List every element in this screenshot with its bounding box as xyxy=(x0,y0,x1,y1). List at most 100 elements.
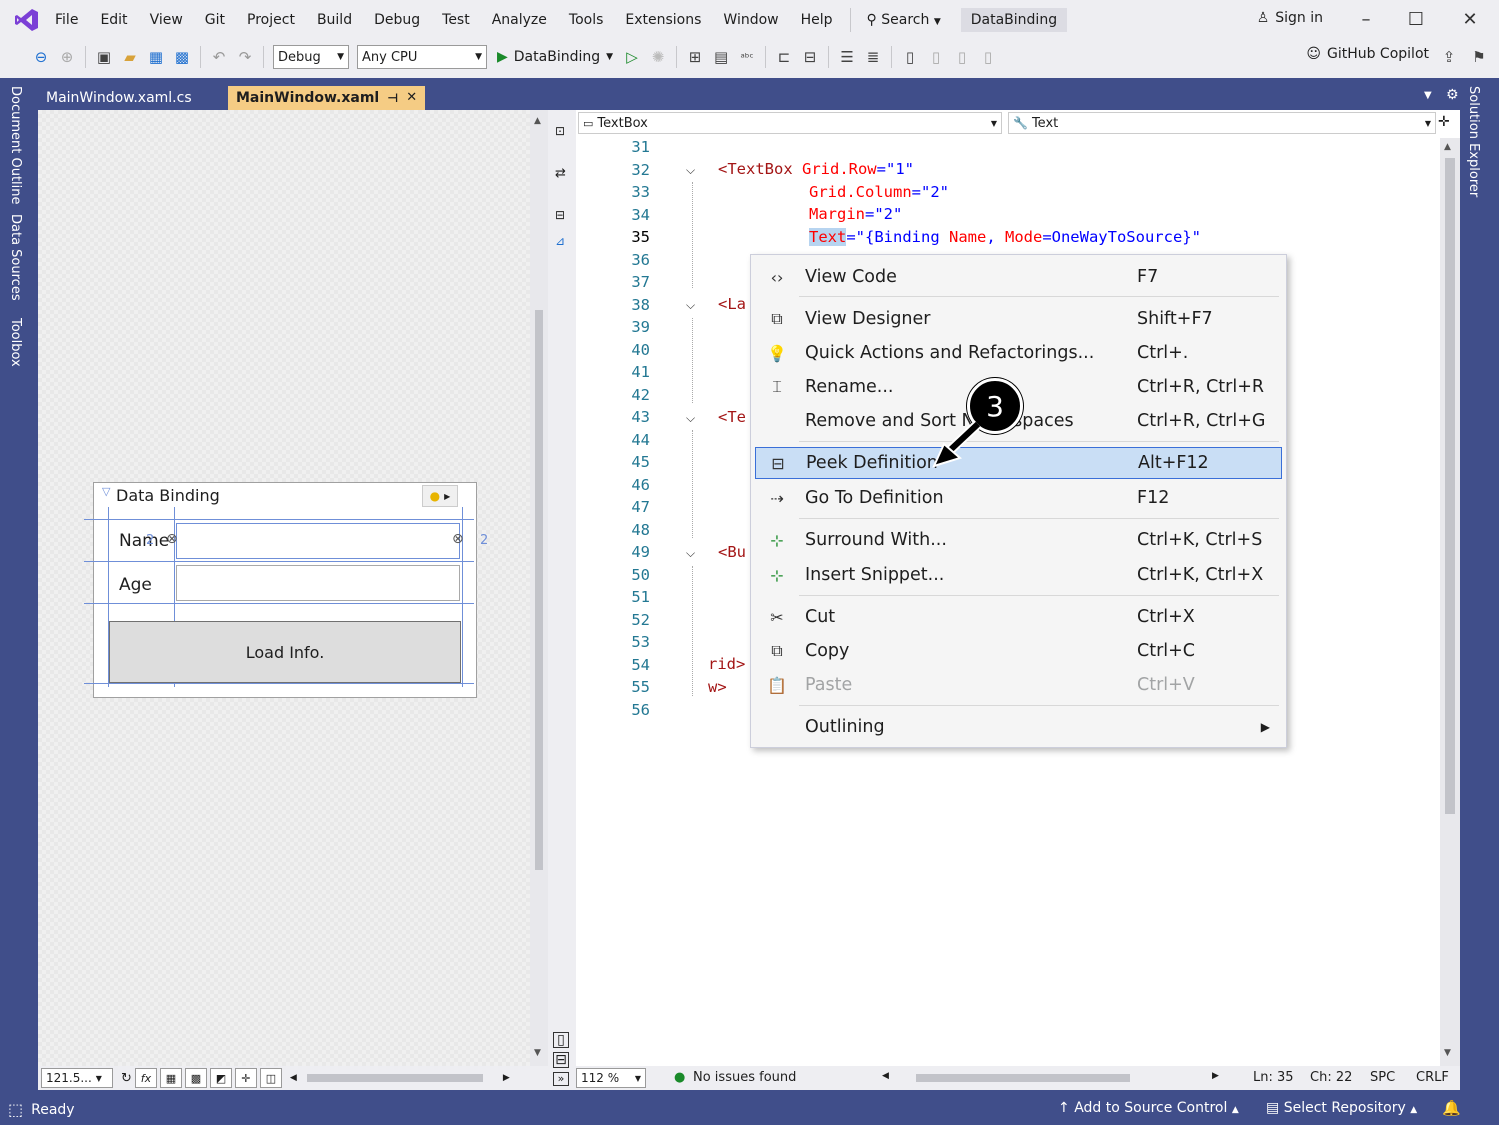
menu-project[interactable]: Project xyxy=(236,5,306,35)
expand-pane-icon[interactable]: » xyxy=(553,1072,569,1086)
tab-solution-explorer[interactable]: Solution Explorer xyxy=(1466,86,1481,197)
label-name[interactable]: Name xyxy=(119,531,169,551)
scroll-left-icon[interactable]: ◀ xyxy=(290,1073,297,1083)
configuration-dropdown[interactable]: Debug ▼ xyxy=(273,45,349,69)
fold-chevron-icon[interactable]: ⌵ xyxy=(686,546,695,561)
menu-item-view-designer[interactable]: ⧉ View Designer Shift+F7 xyxy=(755,303,1282,335)
fold-chevron-icon[interactable]: ⌵ xyxy=(686,163,695,178)
scroll-right-icon[interactable]: ▶ xyxy=(503,1073,510,1083)
output-icon[interactable]: ⬚ xyxy=(8,1100,23,1119)
save-icon[interactable]: ▦ xyxy=(145,46,167,68)
swap-panes-icon[interactable]: ⊡ xyxy=(555,124,565,138)
menu-item-copy[interactable]: ⧉ Copy Ctrl+C xyxy=(755,635,1282,667)
menu-analyze[interactable]: Analyze xyxy=(481,5,558,35)
github-copilot-button[interactable]: ☺ GitHub Copilot xyxy=(1306,46,1429,62)
prev-bookmark-icon[interactable]: ▯ xyxy=(925,46,947,68)
tab-toolbox[interactable]: Toolbox xyxy=(8,318,23,388)
hot-reload-icon[interactable]: ✺ xyxy=(647,46,669,68)
load-info-button[interactable]: Load Info. xyxy=(109,621,461,683)
effects-icon[interactable]: fx xyxy=(134,1068,157,1088)
sign-in-button[interactable]: ♙ Sign in xyxy=(1257,10,1323,26)
comment-icon[interactable]: ☰ xyxy=(836,46,858,68)
share-icon[interactable]: ⇪ xyxy=(1438,46,1460,68)
maximize-button[interactable]: ☐ xyxy=(1404,8,1428,32)
menu-edit[interactable]: Edit xyxy=(89,5,138,35)
menu-help[interactable]: Help xyxy=(790,5,844,35)
save-all-icon[interactable]: ▩ xyxy=(171,46,193,68)
minimize-button[interactable]: – xyxy=(1354,8,1378,32)
menu-item-surround-with[interactable]: ⊹ Surround With... Ctrl+K, Ctrl+S xyxy=(755,524,1282,556)
scroll-down-icon[interactable]: ▼ xyxy=(534,1048,541,1058)
fold-chevron-icon[interactable]: ⌵ xyxy=(686,298,695,313)
collapse-pane-icon[interactable]: ⊿ xyxy=(555,234,565,248)
redo-icon[interactable]: ↷ xyxy=(234,46,256,68)
scroll-up-icon[interactable]: ▲ xyxy=(1444,142,1451,152)
menu-item-go-to-definition[interactable]: ⇢ Go To Definition F12 xyxy=(755,482,1282,514)
menu-item-peek-definition[interactable]: ⊟ Peek Definition Alt+F12 xyxy=(755,447,1282,479)
horizontal-scrollbar-thumb[interactable] xyxy=(306,1074,483,1082)
vertical-split-icon[interactable]: ⇄ xyxy=(555,166,566,181)
notifications-bell-icon[interactable]: 🔔 xyxy=(1442,1099,1461,1117)
uncomment-icon[interactable]: ≣ xyxy=(862,46,884,68)
bookmark-icon[interactable]: ▯ xyxy=(899,46,921,68)
artboard-background-icon[interactable]: ◩ xyxy=(209,1068,232,1088)
menu-debug[interactable]: Debug xyxy=(363,5,431,35)
scroll-up-icon[interactable]: ▲ xyxy=(534,116,541,126)
next-bookmark-icon[interactable]: ▯ xyxy=(951,46,973,68)
menu-item-paste[interactable]: 📋 Paste Ctrl+V xyxy=(755,669,1282,701)
back-icon[interactable]: ⊖ xyxy=(30,46,52,68)
spell-check-icon[interactable]: ᵃᵇᶜ xyxy=(736,46,758,68)
menu-extensions[interactable]: Extensions xyxy=(614,5,712,35)
menu-test[interactable]: Test xyxy=(431,5,481,35)
line-ending-indicator[interactable]: CRLF xyxy=(1416,1070,1449,1085)
editor-zoom-dropdown[interactable]: 112 % ▼ xyxy=(576,1068,646,1088)
tab-mainwindow-xaml[interactable]: MainWindow.xaml ⊣ ✕ xyxy=(228,86,426,110)
grid-toggle-icon[interactable]: ▦ xyxy=(159,1068,182,1088)
menu-item-cut[interactable]: ✂ Cut Ctrl+X xyxy=(755,601,1282,633)
split-horizontal-view-icon[interactable]: ⊟ xyxy=(553,1052,569,1068)
editor-vertical-scrollbar[interactable]: ▲ ▼ xyxy=(1440,138,1460,1066)
close-tab-icon[interactable]: ✕ xyxy=(406,86,417,110)
tab-data-sources[interactable]: Data Sources xyxy=(8,214,23,310)
tab-document-outline[interactable]: Document Outline xyxy=(8,86,23,206)
layout-icon[interactable]: ▤ xyxy=(710,46,732,68)
menu-item-outlining[interactable]: Outlining ▶ xyxy=(755,711,1282,743)
menu-item-insert-snippet[interactable]: ⊹ Insert Snippet... Ctrl+K, Ctrl+X xyxy=(755,559,1282,591)
textbox-age[interactable] xyxy=(176,565,460,601)
open-folder-icon[interactable]: ▰ xyxy=(119,46,141,68)
menu-item-quick-actions[interactable]: 💡 Quick Actions and Refactorings... Ctrl+. xyxy=(755,337,1282,369)
project-code-icon[interactable]: ◫ xyxy=(259,1068,282,1088)
refresh-icon[interactable]: ↻ xyxy=(121,1071,132,1086)
scroll-right-icon[interactable]: ▶ xyxy=(1212,1071,1219,1081)
browse-icon[interactable]: ⊞ xyxy=(684,46,706,68)
start-without-debugging-icon[interactable]: ▷ xyxy=(621,46,643,68)
element-navigation-dropdown[interactable]: ▭ TextBox ▼ xyxy=(578,112,1002,134)
horizontal-scrollbar-thumb[interactable] xyxy=(916,1074,1130,1082)
quick-actions-lightbulb[interactable]: ● ▶ xyxy=(422,485,458,507)
step-icon[interactable]: ⊏ xyxy=(773,46,795,68)
split-vertical-view-icon[interactable]: ▯ xyxy=(553,1032,569,1048)
snap-gridlines-icon[interactable]: ▩ xyxy=(184,1068,207,1088)
horizontal-split-icon[interactable]: ⊟ xyxy=(555,208,565,222)
add-to-source-control-button[interactable]: ↑ Add to Source Control ▲ xyxy=(1058,1100,1239,1116)
line-indicator[interactable]: Ln: 35 xyxy=(1253,1070,1294,1085)
scroll-left-icon[interactable]: ◀ xyxy=(882,1071,889,1081)
tab-mainwindow-xaml-cs[interactable]: MainWindow.xaml.cs xyxy=(38,86,228,110)
forward-icon[interactable]: ⊕ xyxy=(56,46,78,68)
column-indicator[interactable]: Ch: 22 xyxy=(1310,1070,1352,1085)
xaml-designer-surface[interactable]: ▲ ▼ ▽ Data Binding ● ▶ Name 2 2 ⊗ ⊗ Age L… xyxy=(38,110,548,1066)
menu-build[interactable]: Build xyxy=(306,5,363,35)
fold-chevron-icon[interactable]: ⌵ xyxy=(686,411,695,426)
close-window-button[interactable]: ✕ xyxy=(1458,8,1482,32)
split-editor-icon[interactable]: ✛ xyxy=(1438,114,1450,130)
scrollbar-thumb[interactable] xyxy=(1445,158,1455,814)
designer-vertical-scrollbar[interactable]: ▲ ▼ xyxy=(530,110,548,1066)
select-repository-button[interactable]: ▤ Select Repository ▲ xyxy=(1266,1100,1417,1116)
clear-bookmarks-icon[interactable]: ▯ xyxy=(977,46,999,68)
menu-item-view-code[interactable]: ‹› View Code F7 xyxy=(755,261,1282,293)
menu-window[interactable]: Window xyxy=(712,5,789,35)
scrollbar-thumb[interactable] xyxy=(535,310,543,870)
search-button[interactable]: ⚲ Search ▼ xyxy=(857,12,951,28)
menu-view[interactable]: View xyxy=(139,5,194,35)
tab-list-dropdown-icon[interactable]: ▼ xyxy=(1424,90,1432,101)
